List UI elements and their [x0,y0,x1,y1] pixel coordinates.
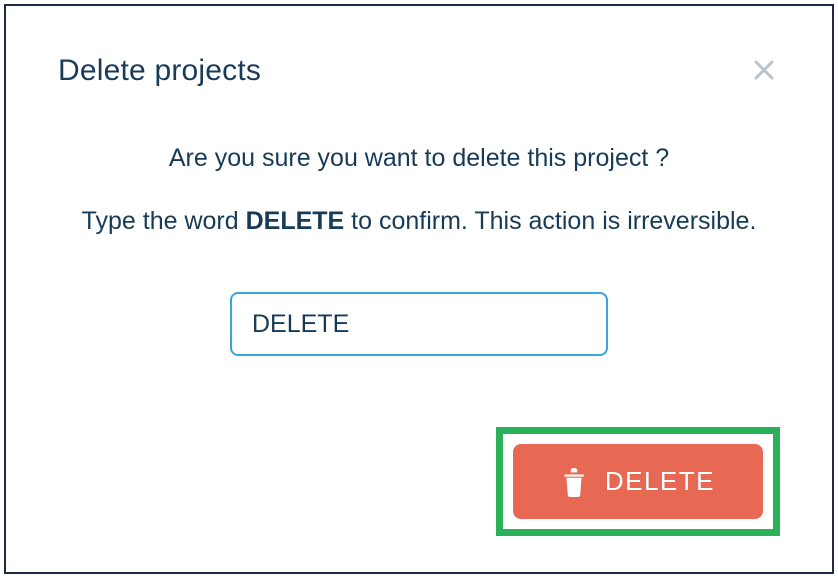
instruction-after: to confirm. This action is irreversible. [344,207,756,235]
instruction-before: Type the word [82,207,246,235]
input-wrapper [58,292,780,356]
delete-button-highlight: DELETE [496,427,780,536]
delete-button[interactable]: DELETE [513,444,763,519]
instruction-keyword: DELETE [246,207,345,235]
trash-icon [561,467,587,497]
confirm-input[interactable] [230,292,608,356]
confirm-question: Are you sure you want to delete this pro… [58,144,780,173]
modal-footer: DELETE [496,427,780,536]
delete-projects-modal: Delete projects Are you sure you want to… [4,4,834,574]
delete-button-label: DELETE [605,466,715,497]
modal-header: Delete projects [58,54,780,88]
confirm-instruction: Type the word DELETE to confirm. This ac… [58,207,780,236]
modal-title: Delete projects [58,54,261,88]
close-icon [752,58,776,82]
modal-body: Are you sure you want to delete this pro… [58,144,780,356]
close-button[interactable] [748,54,780,86]
